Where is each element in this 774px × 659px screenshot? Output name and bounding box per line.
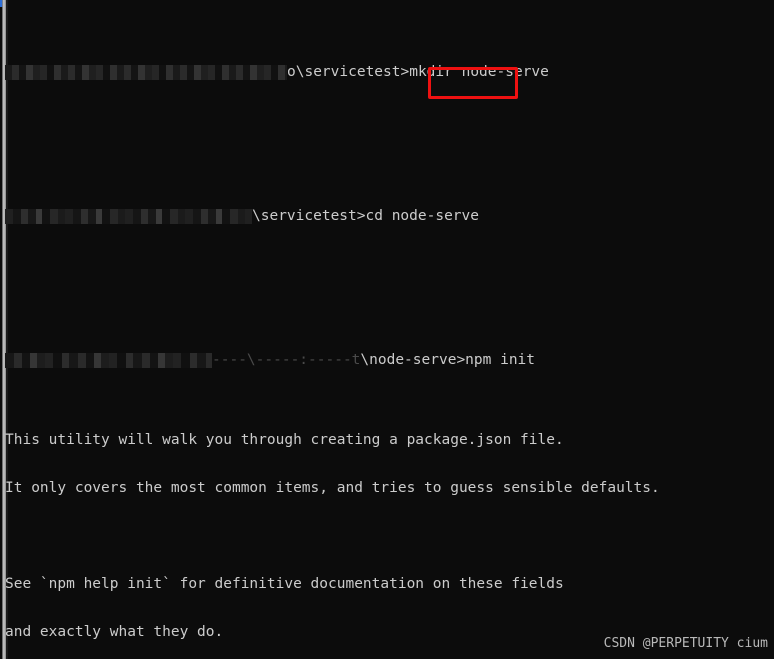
terminal-line-intro-2 — [5, 528, 770, 544]
terminal-window: o\servicetest>mkdir node-serve \servicet… — [0, 0, 774, 659]
command-2: cd node-serve — [365, 208, 480, 224]
redacted-path-2 — [5, 209, 252, 224]
ghost-path-3: ----\-----:-----t — [212, 352, 361, 368]
terminal-line-intro-3: See `npm help init` for definitive docum… — [5, 576, 564, 592]
terminal-output[interactable]: o\servicetest>mkdir node-serve \servicet… — [5, 0, 770, 659]
command-1: mkdir node-serve — [409, 64, 549, 80]
prompt-tail-3: \node-serve — [360, 352, 457, 368]
terminal-line-blank-1 — [5, 128, 770, 144]
prompt-tail-1: o\servicetest> — [287, 64, 410, 80]
terminal-line-command-3: ----\-----:-----t\node-serve>npm init — [5, 352, 770, 368]
redacted-path-1 — [5, 65, 287, 80]
terminal-line-blank-2 — [5, 272, 770, 288]
command-3: >npm init — [456, 352, 536, 368]
prompt-tail-2: \servicetest> — [252, 208, 366, 224]
terminal-line-intro-1: It only covers the most common items, an… — [5, 480, 660, 496]
terminal-line-command-1: o\servicetest>mkdir node-serve — [5, 64, 770, 80]
redacted-path-3 — [5, 353, 212, 368]
csdn-watermark: CSDN @PERPETUITY cium — [603, 636, 768, 651]
terminal-line-command-2: \servicetest>cd node-serve — [5, 208, 770, 224]
terminal-line-intro-0: This utility will walk you through creat… — [5, 432, 564, 448]
